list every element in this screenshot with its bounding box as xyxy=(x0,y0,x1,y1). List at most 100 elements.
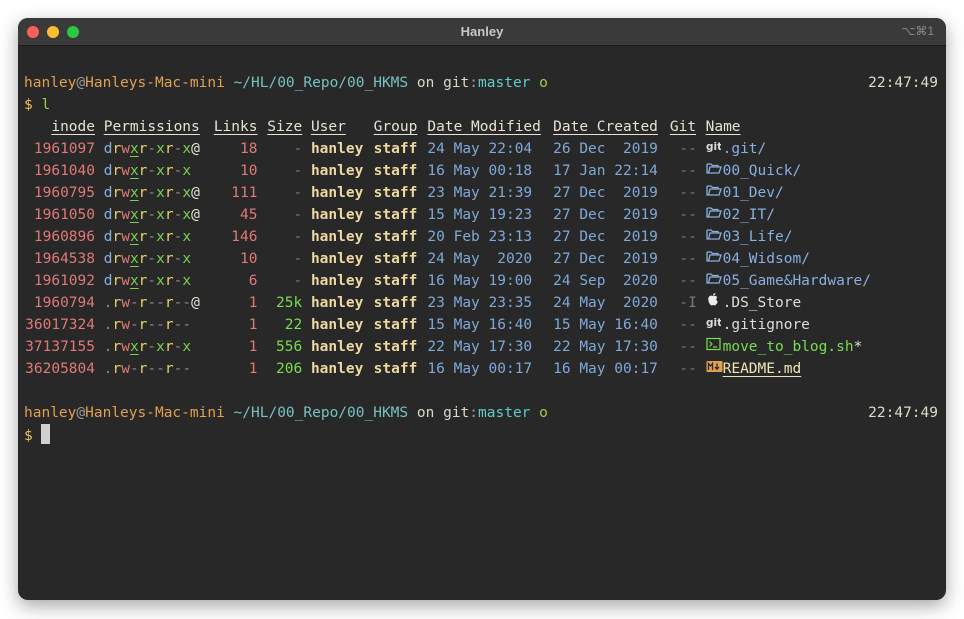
terminal-output[interactable]: hanley@Hanleys-Mac-mini ~/HL/00_Repo/00_… xyxy=(24,72,940,446)
row-permissions: drwxr-xr-x@ xyxy=(103,207,200,223)
prompt-git-label: git xyxy=(443,405,470,421)
listing-row: 1961040 drwxr-xr-x 10 - hanley staff 16 … xyxy=(24,160,940,182)
row-group: staff xyxy=(373,163,418,179)
row-name[interactable]: 03_Life/ xyxy=(705,226,793,248)
row-user: hanley xyxy=(310,185,364,201)
prompt-git-label: git xyxy=(443,75,470,91)
header-permissions: Permissions xyxy=(103,119,200,135)
row-date-modified: 15 May 19:23 xyxy=(427,207,533,223)
row-git-status: -- xyxy=(679,339,697,355)
row-size: 25k xyxy=(276,295,303,311)
row-links: 10 xyxy=(240,251,258,267)
prompt-symbol: $ xyxy=(24,97,33,113)
title-bar: Hanley ⌥⌘1 xyxy=(18,18,946,46)
row-name[interactable]: .DS_Store xyxy=(706,292,802,314)
row-inode: 1961097 xyxy=(33,141,95,157)
row-name[interactable]: 05_Game&Hardware/ xyxy=(705,270,872,292)
prompt-time: 22:47:49 xyxy=(868,405,938,421)
row-permissions: drwxr-xr-x xyxy=(103,163,192,179)
row-name[interactable]: git .git/ xyxy=(706,138,767,160)
row-links: 6 xyxy=(248,273,258,289)
row-size: - xyxy=(293,185,303,201)
row-group: staff xyxy=(373,317,418,333)
row-group: staff xyxy=(373,273,418,289)
header-git: Git xyxy=(669,119,697,135)
prompt-on: on xyxy=(416,405,435,421)
row-group: staff xyxy=(373,361,418,377)
row-links: 1 xyxy=(248,339,258,355)
listing-header-row: inode Permissions Links Size User Group … xyxy=(24,116,940,138)
row-date-modified: 16 May 19:00 xyxy=(427,273,533,289)
input-line[interactable]: $ xyxy=(24,424,940,446)
row-permissions: drwxr-xr-x xyxy=(103,251,192,267)
prompt-user: hanley xyxy=(24,75,77,91)
listing-row: 1960795 drwxr-xr-x@ 111 - hanley staff 2… xyxy=(24,182,940,204)
row-inode: 36017324 xyxy=(25,317,95,333)
row-name-suffix: / xyxy=(783,229,793,245)
row-name-text: move_to_blog.sh xyxy=(722,339,854,355)
row-date-modified: 16 May 00:17 xyxy=(427,361,533,377)
row-size: 206 xyxy=(276,361,303,377)
row-group: staff xyxy=(373,207,418,223)
row-name-text: .DS_Store xyxy=(722,295,802,311)
row-date-created: 15 May 16:40 xyxy=(553,317,658,333)
row-name-text: README.md xyxy=(722,361,802,377)
row-name[interactable]: 01_Dev/ xyxy=(705,182,784,204)
row-user: hanley xyxy=(310,163,364,179)
row-links: 10 xyxy=(240,163,258,179)
header-user: User xyxy=(310,119,346,135)
row-name[interactable]: move_to_blog.sh* xyxy=(706,336,862,358)
row-size: - xyxy=(293,273,303,289)
row-name-suffix: / xyxy=(862,273,872,289)
row-name[interactable]: git .gitignore xyxy=(706,314,810,336)
row-name[interactable]: 00_Quick/ xyxy=(705,160,802,182)
prompt-symbol: $ xyxy=(24,428,33,444)
header-group: Group xyxy=(373,119,418,135)
listing-row: 1961092 drwxr-xr-x 6 - hanley staff 16 M… xyxy=(24,270,940,292)
listing-row: 1960896 drwxr-xr-x 146 - hanley staff 20… xyxy=(24,226,940,248)
row-user: hanley xyxy=(310,361,364,377)
row-name-suffix: / xyxy=(792,163,802,179)
row-name-suffix: / xyxy=(775,185,784,201)
header-links: Links xyxy=(213,119,258,135)
row-name[interactable]: README.md xyxy=(706,358,802,380)
prompt-git-status: o xyxy=(539,405,548,421)
header-inode: inode xyxy=(51,119,95,135)
row-name-text: 03_Life xyxy=(722,229,784,245)
row-size: - xyxy=(293,207,303,223)
row-date-created: 26 Dec 2019 xyxy=(553,141,658,157)
row-date-modified: 23 May 21:39 xyxy=(427,185,533,201)
row-name-text: 00_Quick xyxy=(722,163,793,179)
row-date-modified: 24 May 22:04 xyxy=(427,141,533,157)
row-user: hanley xyxy=(310,141,364,157)
row-git-status: -- xyxy=(679,361,697,377)
svg-text:git: git xyxy=(706,141,721,153)
row-date-created: 24 May 2020 xyxy=(553,295,658,311)
row-user: hanley xyxy=(310,339,364,355)
row-git-status: -- xyxy=(679,141,697,157)
row-name-suffix: / xyxy=(757,141,767,157)
header-size: Size xyxy=(267,119,303,135)
row-links: 1 xyxy=(248,361,258,377)
folder-icon xyxy=(705,270,723,292)
row-name-text: 02_IT xyxy=(722,207,767,223)
row-permissions: .rw-r--r-- xyxy=(103,361,192,377)
apple-icon xyxy=(706,292,723,314)
row-group: staff xyxy=(373,141,418,157)
listing-row: 1964538 drwxr-xr-x 10 - hanley staff 24 … xyxy=(24,248,940,270)
row-name[interactable]: 04_Widsom/ xyxy=(705,248,810,270)
prompt-host: Hanleys-Mac-mini xyxy=(85,405,225,421)
svg-text:git: git xyxy=(706,317,721,329)
row-links: 146 xyxy=(231,229,258,245)
terminal-window: Hanley ⌥⌘1 hanley@Hanleys-Mac-mini ~/HL/… xyxy=(18,18,946,600)
prompt-path: ~/HL/00_Repo/00_HKMS xyxy=(233,75,409,91)
row-user: hanley xyxy=(310,207,364,223)
row-group: staff xyxy=(373,295,418,311)
prompt-path: ~/HL/00_Repo/00_HKMS xyxy=(233,405,409,421)
row-inode: 1960794 xyxy=(33,295,95,311)
row-links: 1 xyxy=(248,317,258,333)
row-name[interactable]: 02_IT/ xyxy=(705,204,775,226)
header-date-modified: Date Modified xyxy=(427,119,541,135)
row-date-modified: 15 May 16:40 xyxy=(427,317,533,333)
row-inode: 1961040 xyxy=(33,163,95,179)
